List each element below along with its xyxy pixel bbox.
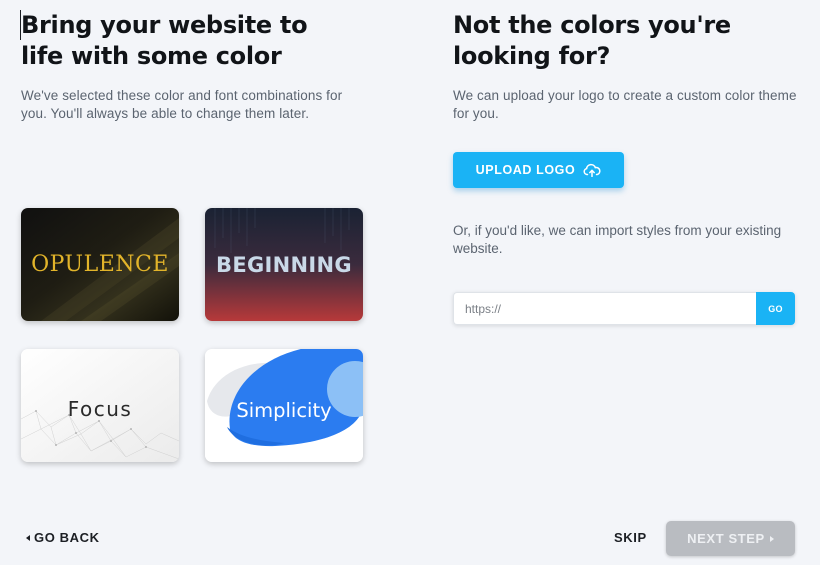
- caret-left-icon: [26, 534, 30, 541]
- theme-card-opulence[interactable]: OPULENCE: [21, 208, 179, 321]
- theme-card-beginning[interactable]: BEGINNING: [205, 208, 363, 321]
- upload-logo-label: UPLOAD LOGO: [475, 163, 576, 177]
- custom-colors-title: Not the colors you're looking for?: [453, 11, 731, 70]
- theme-card-focus[interactable]: Focus: [21, 349, 179, 462]
- right-column: Not the colors you're looking for? We can…: [453, 10, 803, 123]
- go-button[interactable]: GO: [756, 292, 795, 325]
- left-column: Bring your website to life with some colo…: [21, 10, 371, 123]
- cloud-upload-icon: [583, 163, 601, 177]
- theme-name-focus: Focus: [67, 396, 133, 421]
- next-step-label: NEXT STEP: [687, 531, 765, 546]
- website-url-input[interactable]: [453, 292, 756, 325]
- upload-description: We can upload your logo to create a cust…: [453, 88, 797, 121]
- theme-card-simplicity[interactable]: Simplicity: [205, 349, 363, 462]
- theme-name-simplicity: Simplicity: [236, 399, 332, 422]
- theme-description: We've selected these color and font comb…: [21, 88, 343, 121]
- theme-name-beginning: BEGINNING: [216, 252, 352, 277]
- go-back-link[interactable]: GO BACK: [26, 530, 100, 545]
- next-step-button[interactable]: NEXT STEP: [666, 521, 795, 556]
- go-back-label: GO BACK: [34, 530, 100, 545]
- theme-name-opulence: OPULENCE: [31, 252, 169, 277]
- page-title: Bring your website to life with some colo…: [21, 11, 308, 70]
- caret-right-icon: [769, 535, 774, 542]
- website-url-form: GO: [453, 292, 795, 325]
- skip-link[interactable]: SKIP: [614, 530, 647, 545]
- import-description: Or, if you'd like, we can import styles …: [453, 223, 782, 256]
- upload-logo-button[interactable]: UPLOAD LOGO: [453, 152, 624, 188]
